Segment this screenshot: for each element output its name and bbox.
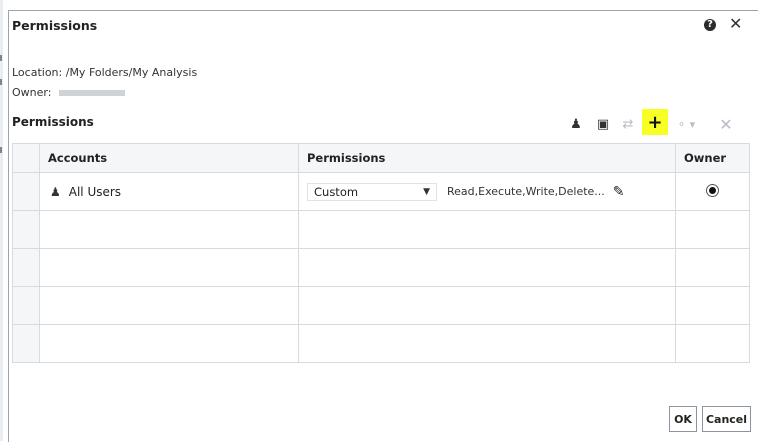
dialog-title: Permissions: [12, 18, 98, 33]
permissions-table: Accounts Permissions Owner ♟ All Users C…: [12, 143, 750, 363]
location-row: Location: /My Folders/My Analysis: [12, 66, 197, 79]
table-row-empty: [12, 210, 750, 249]
owner-header[interactable]: Owner: [675, 143, 750, 173]
owner-cell: [675, 172, 750, 211]
cancel-button[interactable]: Cancel: [702, 406, 751, 432]
edge-mark: [0, 147, 2, 153]
location-label: Location:: [12, 66, 63, 79]
user-icon: ♟: [50, 184, 61, 199]
owner-redacted-value: [59, 89, 126, 96]
table-row-empty: [12, 286, 750, 325]
delete-icon[interactable]: ✕: [716, 112, 736, 136]
location-value: /My Folders/My Analysis: [65, 66, 198, 79]
chevron-down-icon: ▼: [423, 186, 430, 197]
permissions-header[interactable]: Permissions: [298, 143, 676, 173]
permission-cell: Custom ▼ Read,Execute,Write,Delete... ✎: [298, 172, 676, 211]
row-selector[interactable]: [12, 172, 40, 211]
accounts-header[interactable]: Accounts: [39, 143, 299, 173]
permission-select-value: Custom: [314, 184, 359, 199]
owner-radio[interactable]: [706, 183, 719, 197]
row-selector: [12, 286, 40, 325]
add-user-icon[interactable]: ♟: [566, 112, 586, 136]
add-folder-icon[interactable]: ▣: [592, 112, 614, 136]
account-name: All Users: [68, 184, 122, 199]
permission-select[interactable]: Custom ▼: [307, 182, 437, 201]
row-selector: [12, 248, 40, 287]
close-icon[interactable]: ✕: [729, 14, 742, 34]
owner-label: Owner:: [12, 86, 52, 99]
row-selector: [12, 210, 40, 249]
row-selector: [12, 324, 40, 363]
account-cell: ♟ All Users: [39, 172, 299, 211]
table-header-row: Accounts Permissions Owner: [12, 143, 750, 173]
permissions-section-title: Permissions: [12, 115, 94, 129]
add-icon[interactable]: +: [642, 109, 668, 135]
ok-button[interactable]: OK: [669, 406, 697, 432]
background-window-edge: [0, 0, 3, 441]
help-icon[interactable]: ?: [704, 19, 716, 31]
role-icon[interactable]: ⚬ ▾: [670, 112, 702, 136]
owner-row: Owner:: [12, 86, 126, 99]
permission-summary: Read,Execute,Write,Delete...: [447, 185, 605, 198]
table-row-empty: [12, 324, 750, 363]
pencil-icon[interactable]: ✎: [613, 184, 625, 200]
table-row-empty: [12, 248, 750, 287]
edge-mark: [0, 79, 2, 85]
table-row[interactable]: ♟ All Users Custom ▼ Read,Execute,Write,…: [12, 172, 750, 211]
transfer-icon[interactable]: ⇄: [617, 112, 639, 136]
edge-mark: [0, 55, 2, 61]
row-selector-header: [12, 143, 40, 173]
